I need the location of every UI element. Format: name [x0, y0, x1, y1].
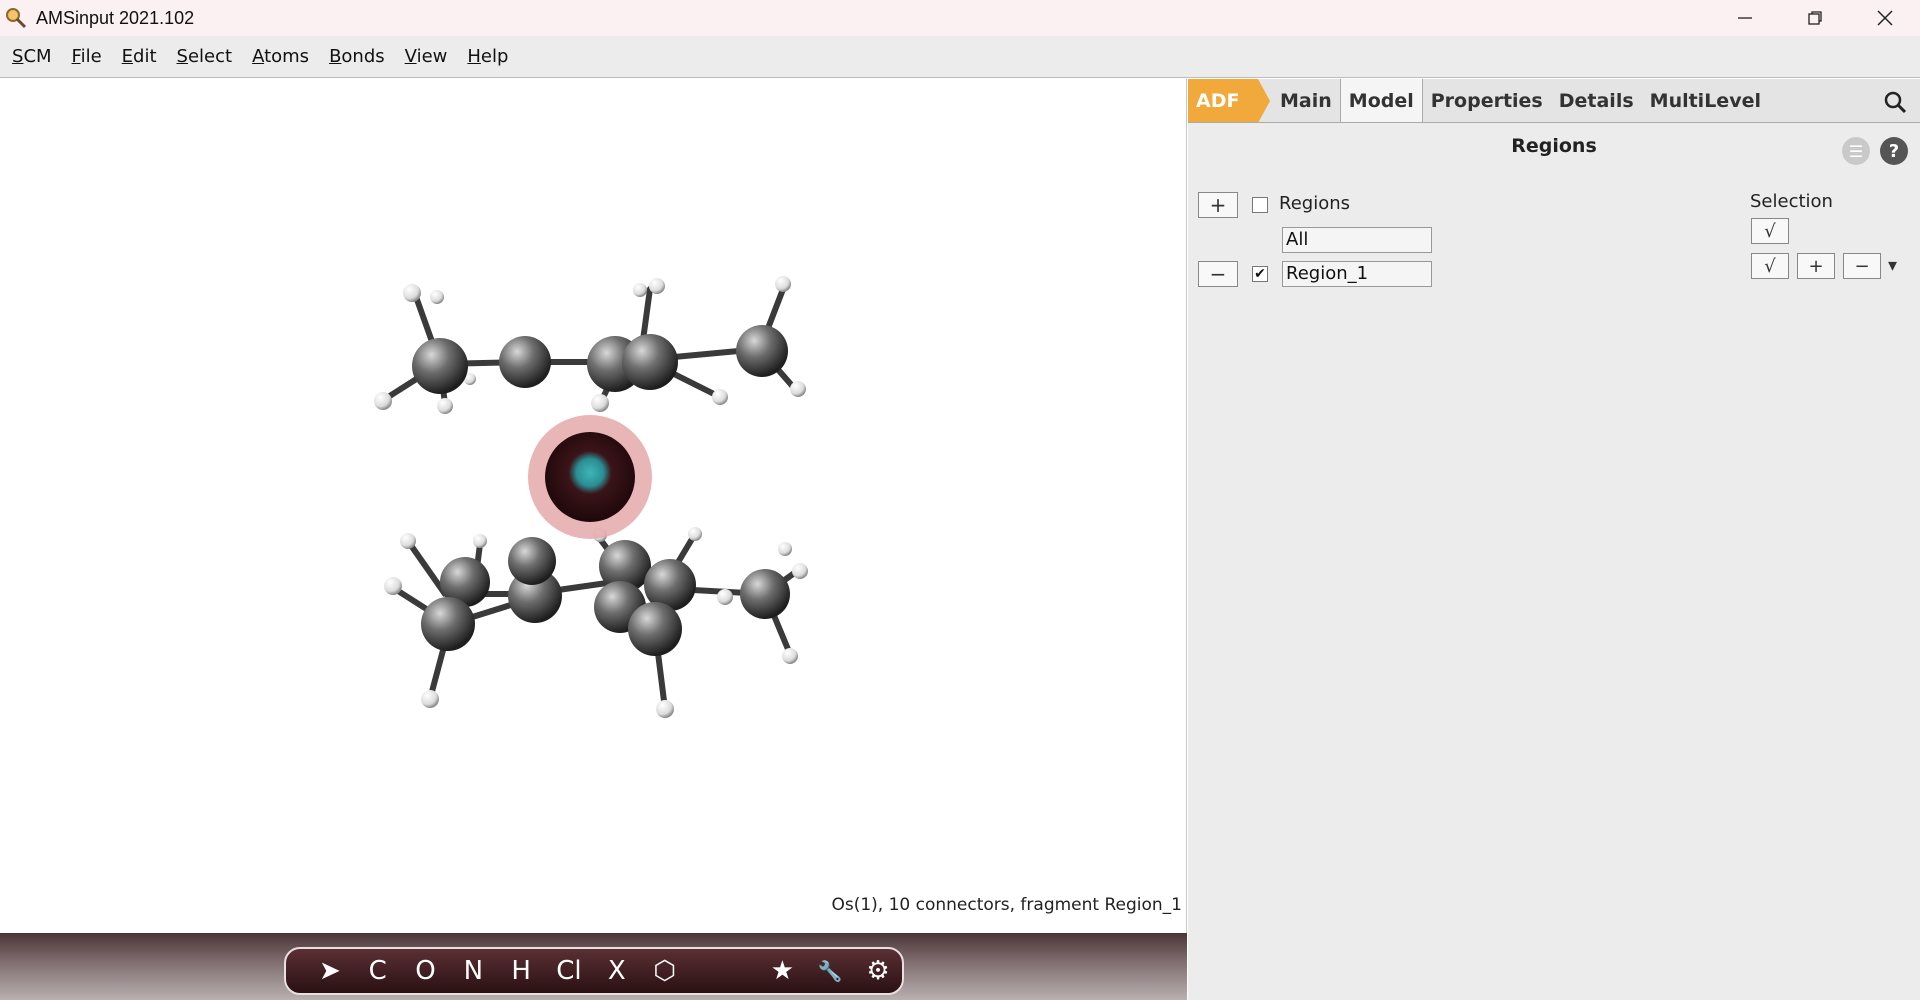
close-icon: [1877, 10, 1893, 26]
menu-bar: SCM File Edit Select Atoms Bonds View He…: [0, 36, 1920, 78]
hydrogen-tool[interactable]: H: [497, 956, 545, 986]
carbon-tool[interactable]: C: [354, 956, 402, 986]
menu-view[interactable]: View: [405, 46, 448, 67]
minimize-icon: [1738, 17, 1752, 19]
bottom-bar: ➤ C O N H Cl X ⬡ ★ 🔧 ⚙: [0, 933, 1187, 1000]
tab-details[interactable]: Details: [1551, 79, 1642, 122]
magnifier-app-icon: [2, 4, 30, 32]
tab-model[interactable]: Model: [1339, 79, 1423, 122]
molecule-model[interactable]: [0, 79, 1187, 933]
regions-checkbox[interactable]: [1252, 197, 1268, 213]
add-to-selection-button[interactable]: +: [1797, 253, 1835, 279]
tab-properties[interactable]: Properties: [1423, 79, 1551, 122]
gear-tool-icon[interactable]: ⚙: [854, 956, 902, 986]
region-1-field[interactable]: Region_1: [1282, 261, 1432, 287]
wrench-tool-icon[interactable]: 🔧: [806, 959, 854, 983]
select-all-check-button[interactable]: √: [1751, 218, 1789, 244]
remove-from-selection-button[interactable]: −: [1843, 253, 1881, 279]
chlorine-tool[interactable]: Cl: [545, 956, 593, 986]
tab-multilevel[interactable]: MultiLevel: [1642, 79, 1769, 122]
remove-region-button[interactable]: −: [1198, 261, 1238, 287]
menu-file[interactable]: File: [72, 46, 102, 67]
oxygen-tool[interactable]: O: [402, 956, 450, 986]
menu-scm[interactable]: SCM: [12, 46, 52, 67]
tab-adf[interactable]: ADF: [1188, 79, 1270, 123]
pointer-tool-icon[interactable]: ➤: [306, 956, 354, 986]
menu-select[interactable]: Select: [177, 46, 233, 67]
panel-title: Regions: [1511, 135, 1597, 157]
select-region-check-button[interactable]: √: [1751, 253, 1789, 279]
tab-main[interactable]: Main: [1272, 79, 1340, 122]
all-region-field[interactable]: All: [1282, 227, 1432, 253]
atom-toolbar: ➤ C O N H Cl X ⬡ ★ 🔧 ⚙: [284, 947, 904, 995]
title-bar: AMSinput 2021.102: [0, 0, 1920, 36]
window-title: AMSinput 2021.102: [36, 7, 195, 28]
ring-tool-icon[interactable]: ⬡: [641, 956, 689, 986]
menu-atoms[interactable]: Atoms: [252, 46, 309, 67]
panel-menu-icon[interactable]: ☰: [1842, 137, 1870, 165]
menu-edit[interactable]: Edit: [122, 46, 157, 67]
molecule-viewport[interactable]: Os(1), 10 connectors, fragment Region_1: [0, 79, 1187, 933]
menu-bonds[interactable]: Bonds: [329, 46, 385, 67]
add-region-button[interactable]: +: [1198, 192, 1238, 218]
region-1-checkbox[interactable]: ✔: [1252, 266, 1268, 282]
search-icon[interactable]: [1882, 89, 1908, 115]
regions-label: Regions: [1279, 193, 1350, 214]
minimize-button[interactable]: [1710, 0, 1780, 36]
restore-button[interactable]: [1780, 0, 1850, 36]
panel-tabs: ADF Main Model Properties Details MultiL…: [1188, 79, 1920, 123]
status-text: Os(1), 10 connectors, fragment Region_1: [831, 895, 1182, 915]
osmium-atom[interactable]: [528, 415, 652, 539]
nitrogen-tool[interactable]: N: [449, 956, 497, 986]
help-icon[interactable]: ?: [1880, 137, 1908, 165]
other-element-tool[interactable]: X: [593, 956, 641, 986]
star-tool-icon[interactable]: ★: [759, 956, 807, 986]
restore-icon: [1808, 11, 1822, 25]
menu-help[interactable]: Help: [467, 46, 508, 67]
selection-dropdown-icon[interactable]: ▾: [1888, 255, 1897, 276]
close-button[interactable]: [1850, 0, 1920, 36]
settings-panel: ADF Main Model Properties Details MultiL…: [1188, 79, 1920, 1000]
selection-label: Selection: [1750, 191, 1833, 212]
